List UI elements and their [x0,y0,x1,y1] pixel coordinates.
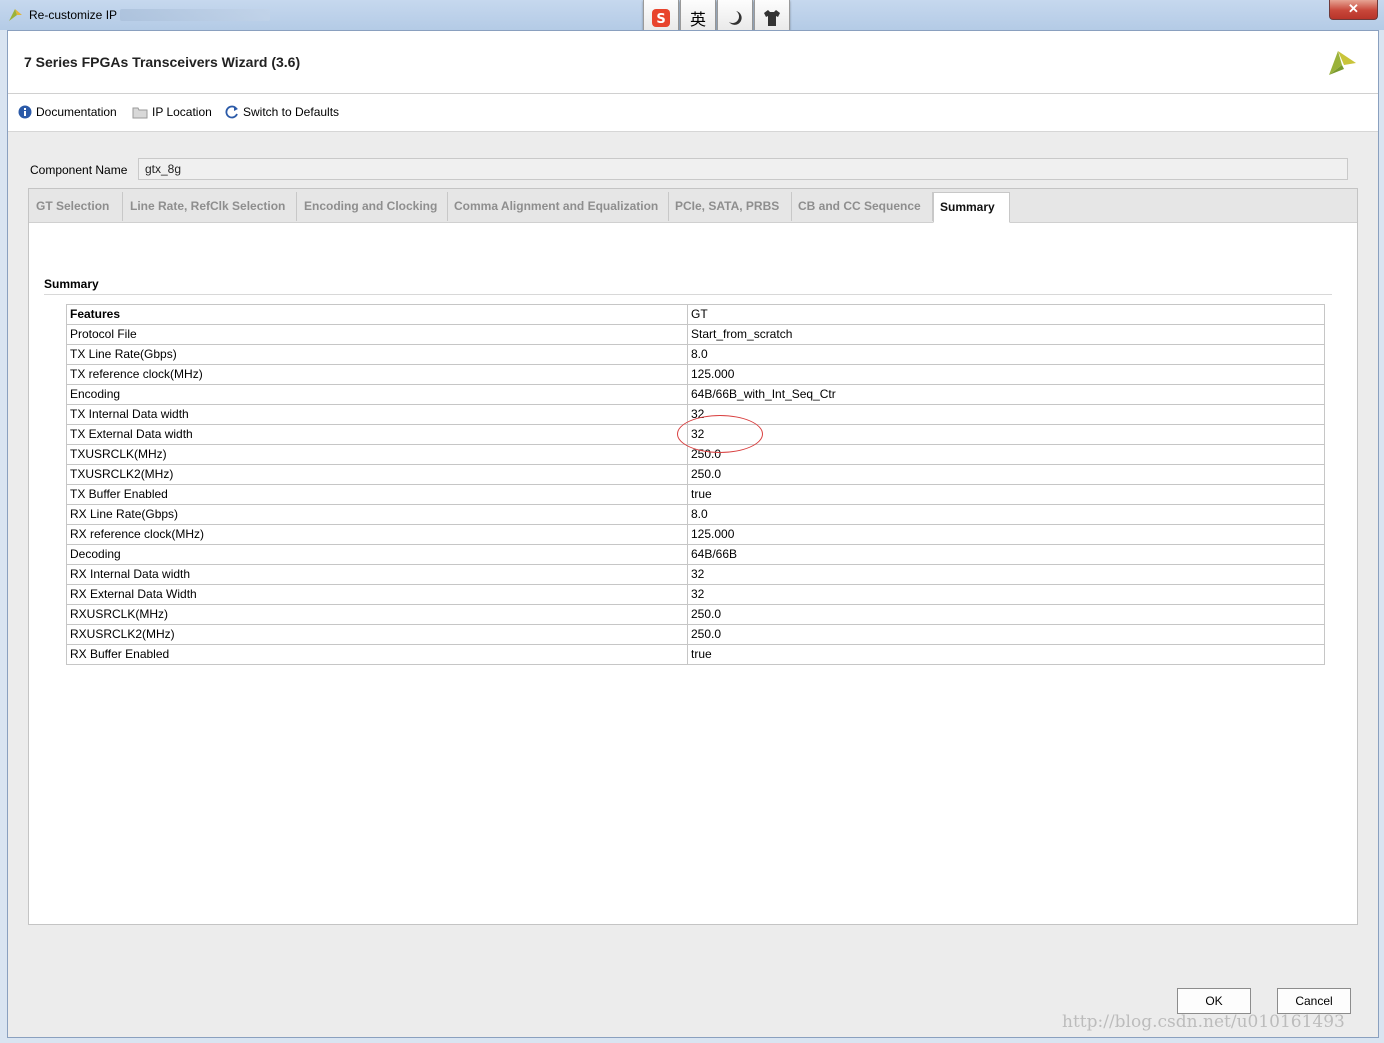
table-header-row: Features GT [66,304,1325,325]
value-cell: 64B/66B_with_Int_Seq_Ctr [687,384,1325,405]
info-icon [18,105,32,119]
ok-button[interactable]: OK [1177,988,1251,1014]
table-row: Protocol File Start_from_scratch [66,324,1325,345]
feature-cell: TX Internal Data width [66,404,688,425]
tab-comma-alignment[interactable]: Comma Alignment and Equalization [448,192,669,221]
value-cell: 250.0 [687,624,1325,645]
title-blur [120,9,270,21]
documentation-label: Documentation [36,105,117,119]
table-row: RXUSRCLK2(MHz) 250.0 [66,624,1325,645]
dialog-header: 7 Series FPGAs Transceivers Wizard (3.6) [8,31,1378,94]
feature-cell: TX Line Rate(Gbps) [66,344,688,365]
tab-strip: GT Selection Line Rate, RefClk Selection… [29,189,1357,223]
cancel-button[interactable]: Cancel [1277,988,1351,1014]
value-cell: 125.000 [687,524,1325,545]
table-row: TXUSRCLK2(MHz) 250.0 [66,464,1325,485]
tab-gt-selection[interactable]: GT Selection [30,192,123,221]
feature-cell: TXUSRCLK(MHz) [66,444,688,465]
feature-cell: Protocol File [66,324,688,345]
value-cell: 32 [687,564,1325,585]
switch-defaults-label: Switch to Defaults [243,105,340,119]
table-row: RX Buffer Enabled true [66,644,1325,665]
summary-table: Features GT Protocol File Start_from_scratc… [66,304,1325,665]
component-name-label: Component Name [30,163,128,177]
feature-cell: TX External Data width [66,424,688,445]
tab-panel: GT Selection Line Rate, RefClk Selection… [28,188,1358,925]
refresh-icon [225,105,239,119]
value-cell: 8.0 [687,504,1325,525]
value-cell: 64B/66B [687,544,1325,565]
window-title: Re-customize IP [29,8,118,22]
summary-divider [44,294,1332,295]
value-cell: 250.0 [687,604,1325,625]
annotation-circle [677,415,763,453]
tab-summary[interactable]: Summary [933,192,1010,223]
folder-icon [132,105,148,119]
table-row: RX External Data Width 32 [66,584,1325,605]
table-row: RX Internal Data width 32 [66,564,1325,585]
tab-cb-cc-sequence[interactable]: CB and CC Sequence [792,192,933,221]
value-cell: 125.000 [687,364,1325,385]
feature-cell: RX Buffer Enabled [66,644,688,665]
ime-lang-label: 英 [689,10,706,29]
table-row: TX Buffer Enabled true [66,484,1325,505]
feature-cell: RX External Data Width [66,584,688,605]
feature-cell: TX reference clock(MHz) [66,364,688,385]
value-cell: 250.0 [687,464,1325,485]
table-row: RX Line Rate(Gbps) 8.0 [66,504,1325,525]
value-cell: 8.0 [687,344,1325,365]
feature-cell: TX Buffer Enabled [66,484,688,505]
svg-text:S: S [656,12,665,27]
documentation-link[interactable]: Documentation [18,105,117,119]
table-row: TX Line Rate(Gbps) 8.0 [66,344,1325,365]
feature-cell: RX Line Rate(Gbps) [66,504,688,525]
value-cell: Start_from_scratch [687,324,1325,345]
feature-cell: RXUSRCLK(MHz) [66,604,688,625]
feature-cell: Decoding [66,544,688,565]
watermark-text: http://blog.csdn.net/u010161493 [1062,1012,1345,1032]
feature-cell: Encoding [66,384,688,405]
table-row: RXUSRCLK(MHz) 250.0 [66,604,1325,625]
dialog-client: 7 Series FPGAs Transceivers Wizard (3.6)… [7,30,1379,1038]
value-cell: 32 [687,424,1325,445]
table-row: RX reference clock(MHz) 125.000 [66,524,1325,545]
value-cell: GT [687,304,1325,325]
vivado-logo-icon [1326,45,1358,80]
vivado-logo-icon [7,7,23,26]
feature-cell: RX reference clock(MHz) [66,524,688,545]
ip-location-link[interactable]: IP Location [132,105,212,119]
feature-cell: RX Internal Data width [66,564,688,585]
tab-line-rate[interactable]: Line Rate, RefClk Selection [124,192,297,221]
value-cell: 250.0 [687,444,1325,465]
value-cell: true [687,644,1325,665]
tab-encoding-clocking[interactable]: Encoding and Clocking [298,192,448,221]
value-cell: true [687,484,1325,505]
component-name-field[interactable]: gtx_8g [138,158,1348,180]
table-row: TX reference clock(MHz) 125.000 [66,364,1325,385]
feature-cell: RXUSRCLK2(MHz) [66,624,688,645]
close-button[interactable]: ✕ [1329,0,1378,20]
tab-pcie-sata-prbs[interactable]: PCIe, SATA, PRBS [669,192,792,221]
feature-cell: TXUSRCLK2(MHz) [66,464,688,485]
value-cell: 32 [687,404,1325,425]
ip-location-label: IP Location [152,105,212,119]
dialog-toolbar: Documentation IP Location Switch to Defa… [8,94,1378,132]
table-row: Decoding 64B/66B [66,544,1325,565]
wizard-title: 7 Series FPGAs Transceivers Wizard (3.6) [24,54,301,70]
value-cell: 32 [687,584,1325,605]
table-row: Encoding 64B/66B_with_Int_Seq_Ctr [66,384,1325,405]
summary-heading: Summary [44,277,99,291]
switch-defaults-link[interactable]: Switch to Defaults [225,105,339,119]
feature-cell: Features [66,304,688,325]
